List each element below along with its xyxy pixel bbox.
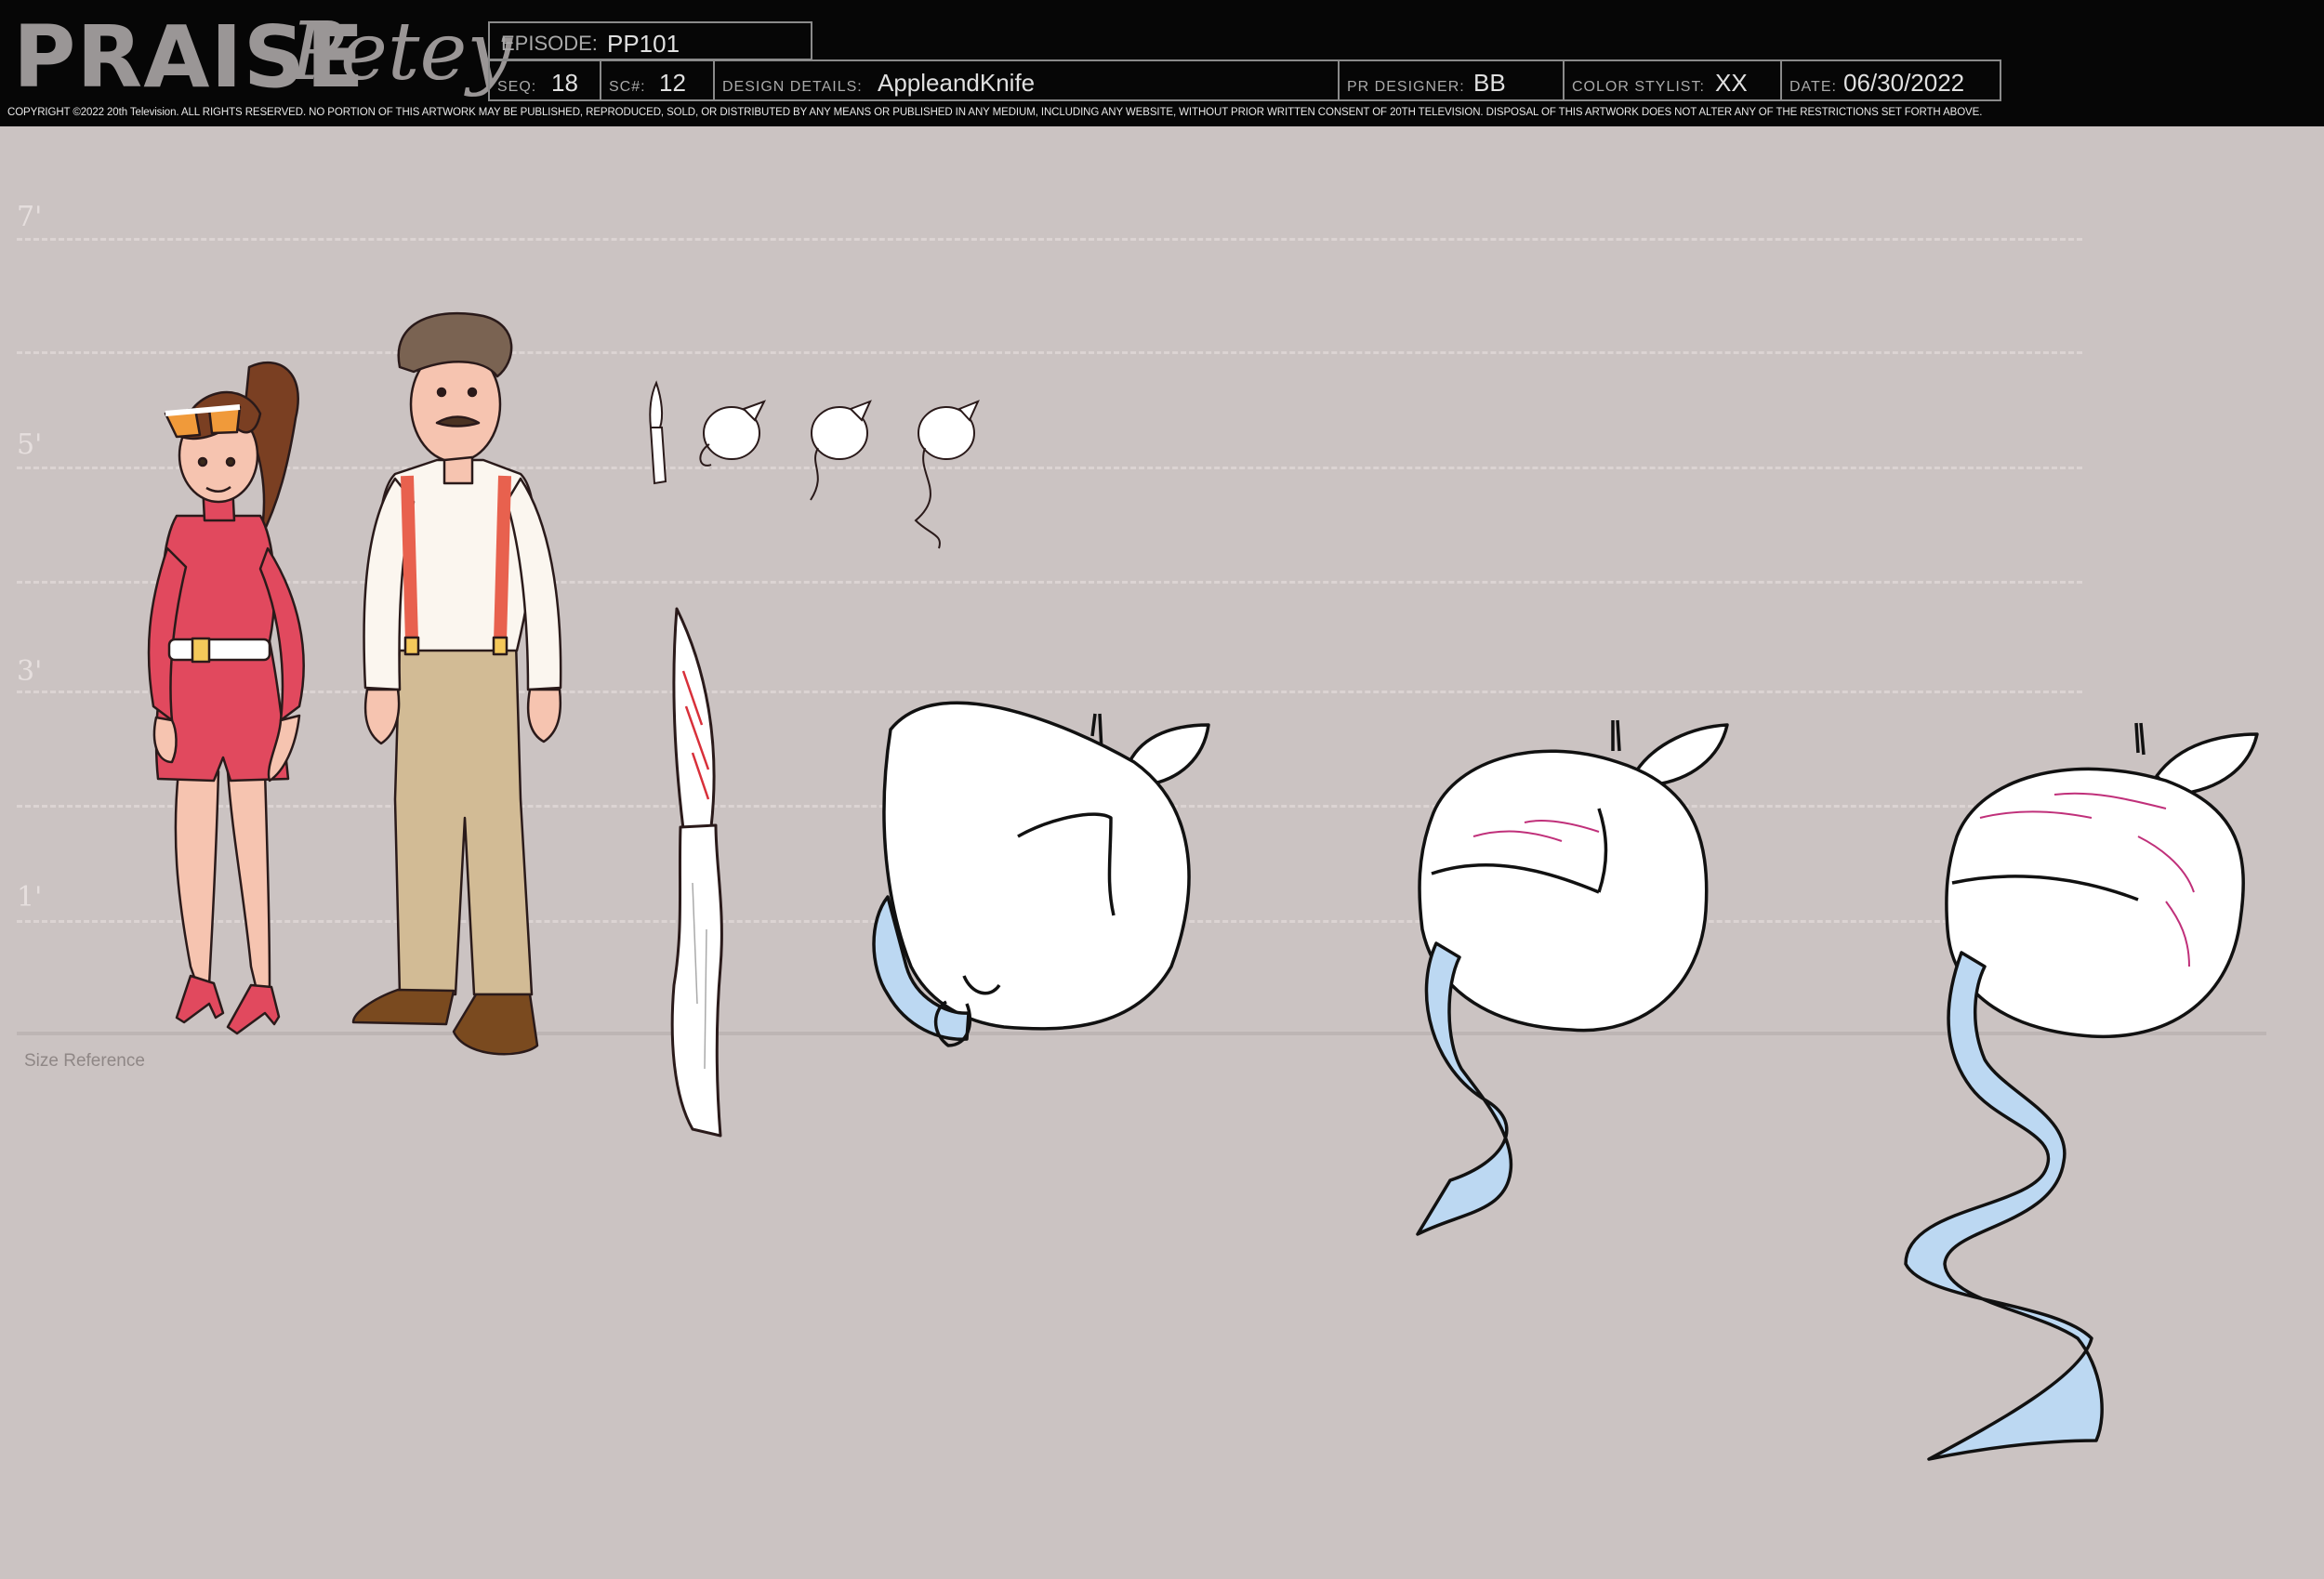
- apple-thumbnail-1: [699, 400, 767, 467]
- woman-character: [147, 361, 305, 1035]
- apple-icon: [1416, 719, 1729, 1236]
- artwork-canvas: [147, 311, 2259, 1461]
- apple-thumbnail-2: [810, 400, 872, 501]
- man-character: [351, 311, 562, 1056]
- apple-icon: [1904, 722, 2259, 1461]
- knife-icon: [670, 607, 723, 1138]
- knife-thumbnail: [649, 380, 667, 485]
- apple-icon: [872, 701, 1210, 1047]
- apple-thumbnail-3: [914, 400, 980, 549]
